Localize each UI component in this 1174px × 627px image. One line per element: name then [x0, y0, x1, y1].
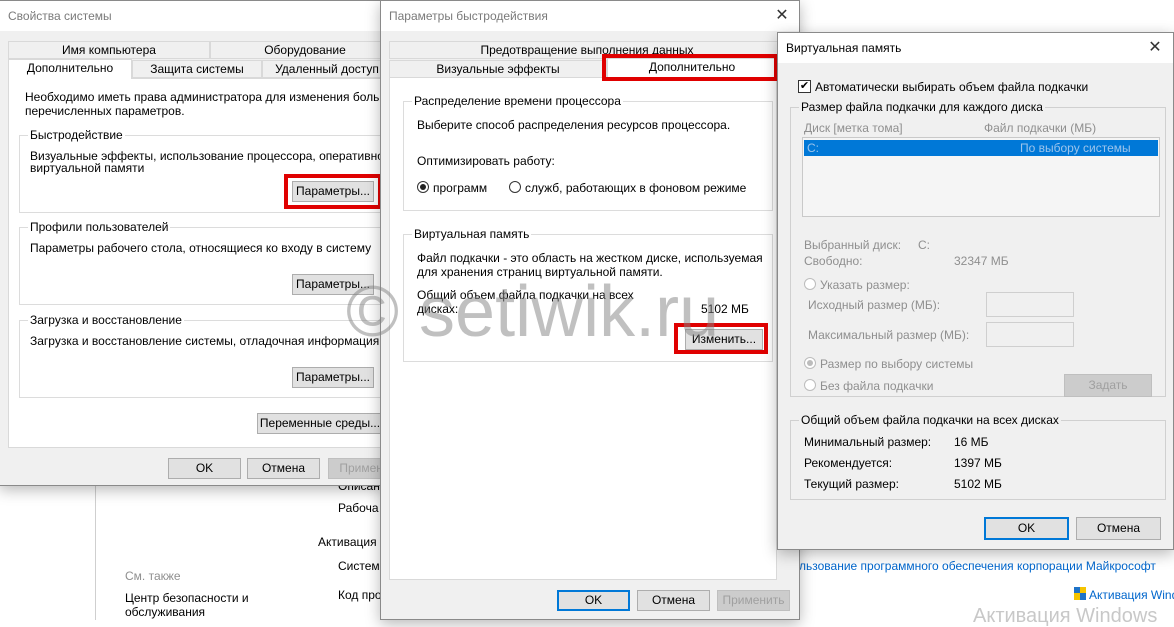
see-also-label: См. также [125, 569, 181, 583]
optimize-programs-label: программ [433, 181, 488, 195]
drive-row-disk: C: [807, 141, 819, 155]
security-center-link-line2: обслуживания [125, 605, 206, 619]
custom-size-radio[interactable] [804, 278, 816, 290]
optimize-programs-radio[interactable] [417, 181, 429, 193]
column-disk-header: Диск [метка тома] [804, 121, 903, 135]
system-properties-window: Свойства системы Имя компьютера Оборудов… [0, 0, 427, 486]
column-size-header: Файл подкачки (МБ) [984, 121, 1097, 135]
no-paging-radio[interactable] [804, 379, 816, 391]
optimize-services-label: служб, работающих в фоновом режиме [525, 181, 747, 195]
current-size-value: 5102 МБ [954, 477, 1002, 491]
performance-ok-button[interactable]: OK [557, 590, 630, 611]
performance-options-titlebar: Параметры быстродействия ✕ [381, 1, 799, 31]
virtual-memory-group-label: Виртуальная память [412, 227, 532, 241]
user-profiles-desc: Параметры рабочего стола, относящиеся ко… [30, 241, 372, 255]
security-center-link-line1: Центр безопасности и [125, 591, 249, 605]
set-button[interactable]: Задать [1064, 374, 1152, 397]
current-size-label: Текущий размер: [804, 477, 899, 491]
background-item: Код про [338, 588, 382, 602]
max-size-label: Максимальный размер (МБ): [808, 328, 970, 342]
virtual-memory-cancel-button[interactable]: Отмена [1076, 517, 1161, 540]
selected-disk-label: Выбранный диск: [804, 238, 902, 252]
environment-variables-button[interactable]: Переменные среды... [257, 413, 383, 434]
tab-visual-effects[interactable]: Визуальные эффекты [389, 60, 607, 78]
virtual-memory-dialog: Виртуальная память ✕ ✔ Автоматически выб… [777, 32, 1174, 550]
admin-rights-note-line2: перечисленных параметров. [25, 104, 185, 118]
system-properties-titlebar: Свойства системы [0, 1, 386, 31]
cpu-scheduling-desc: Выберите способ распределения ресурсов п… [417, 118, 731, 132]
highlight-advanced-tab [602, 54, 778, 81]
admin-rights-note-line1: Необходимо иметь права администратора дл… [25, 90, 427, 104]
cpu-scheduling-group-label: Распределение времени процессора [412, 94, 623, 108]
security-center-link[interactable]: Центр безопасности и обслуживания [125, 591, 249, 619]
free-space-label: Свободно: [804, 254, 863, 268]
system-properties-ok-button[interactable]: OK [168, 458, 241, 479]
virtual-memory-titlebar: Виртуальная память ✕ [778, 33, 1173, 63]
max-size-input[interactable] [986, 322, 1074, 347]
totals-group-label: Общий объем файла подкачки на всех диска… [799, 413, 1061, 427]
no-paging-label: Без файла подкачки [820, 379, 934, 393]
background-item: Систем [338, 559, 380, 573]
drive-list-row-selected[interactable]: C: По выбору системы [804, 140, 1158, 156]
tab-remote-access[interactable]: Удаленный доступ [262, 60, 392, 78]
performance-options-title: Параметры быстродействия [389, 9, 548, 23]
system-properties-cancel-button[interactable]: Отмена [247, 458, 320, 479]
initial-size-label: Исходный размер (МБ): [808, 298, 941, 312]
site-watermark: © setiwik.ru [346, 272, 720, 352]
initial-size-input[interactable] [986, 292, 1074, 317]
close-icon[interactable]: ✕ [1144, 37, 1166, 59]
min-size-label: Минимальный размер: [804, 435, 932, 449]
startup-recovery-desc: Загрузка и восстановление системы, отлад… [30, 334, 380, 348]
system-managed-radio[interactable] [804, 357, 816, 369]
drive-row-size: По выбору системы [1020, 141, 1131, 155]
free-space-value: 32347 МБ [954, 254, 1009, 268]
performance-group-label: Быстродействие [28, 128, 125, 142]
drive-list[interactable]: C: По выбору системы [802, 137, 1160, 217]
selected-disk-value: C: [918, 238, 930, 252]
user-profiles-group-label: Профили пользователей [28, 220, 171, 234]
startup-recovery-group-label: Загрузка и восстановление [28, 313, 184, 327]
virtual-memory-title: Виртуальная память [786, 41, 902, 55]
tab-system-protection[interactable]: Защита системы [132, 60, 262, 78]
auto-manage-checkbox[interactable]: ✔ [798, 80, 811, 93]
optimize-services-radio[interactable] [509, 181, 521, 193]
tab-computer-name[interactable]: Имя компьютера [8, 41, 210, 59]
paging-file-desc-line1: Файл подкачки - это область на жестком д… [417, 251, 763, 265]
performance-desc-line2: виртуальной памяти [30, 161, 145, 175]
auto-manage-label: Автоматически выбирать объем файла подка… [815, 80, 1089, 94]
activate-windows-watermark: Активация Windows [973, 605, 1158, 627]
custom-size-label: Указать размер: [820, 278, 910, 292]
per-disk-group-label: Размер файла подкачки для каждого диска [799, 100, 1045, 114]
license-terms-link[interactable]: льзование программного обеспечения корпо… [799, 559, 1156, 573]
close-icon[interactable]: ✕ [771, 5, 793, 27]
performance-cancel-button[interactable]: Отмена [637, 590, 710, 611]
highlight-performance-settings [284, 174, 382, 209]
shield-icon [1074, 587, 1086, 600]
optimize-for-label: Оптимизировать работу: [417, 154, 555, 168]
tab-hardware[interactable]: Оборудование [210, 41, 400, 59]
virtual-memory-ok-button[interactable]: OK [984, 517, 1069, 540]
background-item: Рабоча [338, 501, 379, 515]
system-properties-title: Свойства системы [8, 9, 112, 23]
tab-advanced[interactable]: Дополнительно [8, 59, 132, 79]
recommended-value: 1397 МБ [954, 456, 1002, 470]
startup-recovery-settings-button[interactable]: Параметры... [292, 367, 374, 388]
recommended-label: Рекомендуется: [804, 456, 893, 470]
activation-link[interactable]: Активация Wind [1089, 588, 1174, 602]
system-managed-label: Размер по выбору системы [820, 357, 974, 371]
performance-apply-button[interactable]: Применить [717, 590, 790, 611]
min-size-value: 16 МБ [954, 435, 989, 449]
